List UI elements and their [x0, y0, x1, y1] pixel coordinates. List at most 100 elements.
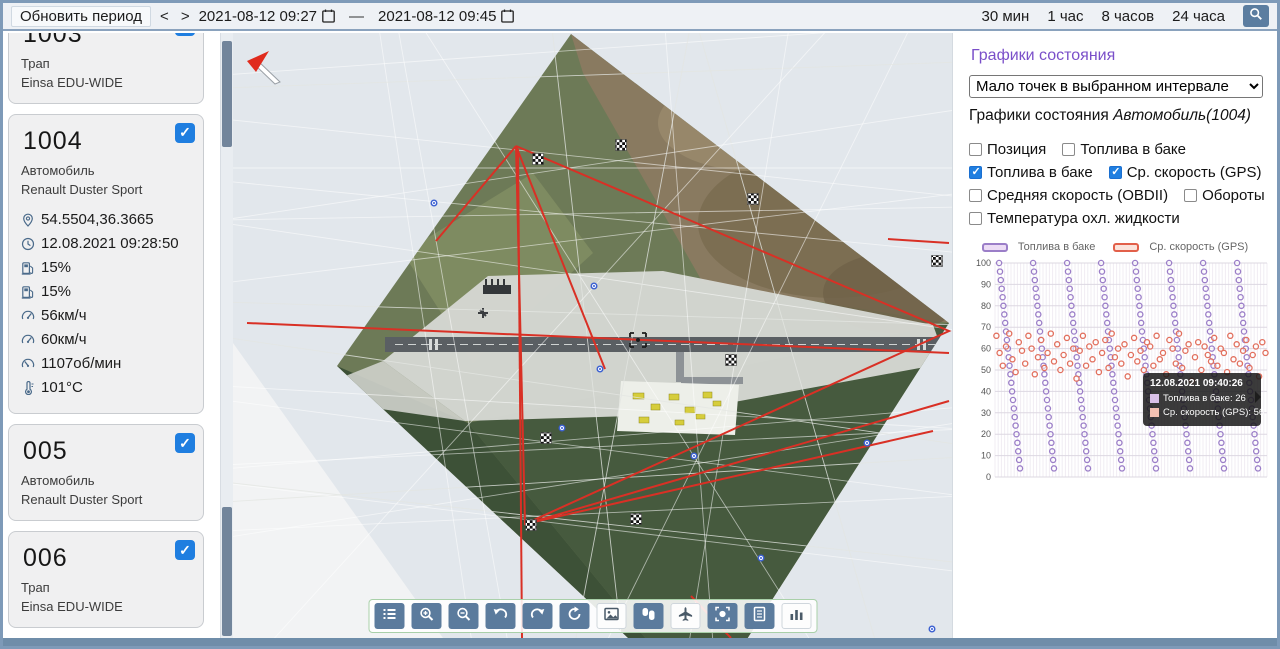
vehicle-card[interactable]: ✓ 006 Трап Einsa EDU-WIDE: [8, 531, 204, 628]
map-toolbar: [368, 599, 817, 633]
status-charts-title[interactable]: Графики состояния: [971, 47, 1269, 65]
target-button[interactable]: [707, 603, 737, 629]
vehicle-checkbox[interactable]: ✓: [175, 540, 195, 561]
refresh-period-button[interactable]: Обновить период: [11, 5, 152, 27]
checkbox-icon[interactable]: [969, 143, 982, 156]
image-button[interactable]: [596, 603, 626, 629]
thermometer-icon: [21, 380, 35, 395]
checkbox-icon[interactable]: [969, 189, 982, 202]
chart-button[interactable]: [781, 603, 811, 629]
checkbox-icon[interactable]: [1062, 143, 1076, 156]
checkered-flag-marker[interactable]: [931, 255, 943, 267]
vehicle-model: Renault Duster Sport: [21, 181, 143, 197]
sidebar-scrollbar[interactable]: [220, 33, 233, 638]
markers-button[interactable]: [633, 603, 663, 629]
rotate-button[interactable]: [559, 603, 589, 629]
metric-checkbox-топлива-в-баке[interactable]: Топлива в баке: [969, 164, 1093, 181]
metric-label: Топлива в баке: [1080, 141, 1187, 158]
scrollbar-thumb[interactable]: [222, 41, 232, 147]
checkered-flag-marker[interactable]: [532, 153, 544, 165]
vehicle-checkbox[interactable]: ✓: [175, 433, 195, 454]
svg-text:90: 90: [981, 279, 991, 289]
date-from-input[interactable]: 2021-08-12 09:27: [199, 8, 335, 25]
vehicle-stat-value: 12.08.2021 09:28:50: [41, 235, 179, 253]
checkered-flag-marker[interactable]: [630, 513, 642, 525]
undo-icon: [492, 606, 508, 627]
undo-button[interactable]: [485, 603, 515, 629]
metric-checkbox-топлива-в-баке[interactable]: Топлива в баке: [1062, 141, 1186, 158]
vehicle-list: ✓ 1003 Трап Einsa EDU-WIDE ✓ 1004 Автомобиль Re…: [8, 33, 204, 638]
metric-checkboxes: Позиция Топлива в баке Топлива в баке Ср. с…: [969, 141, 1269, 227]
vehicle-card[interactable]: ✓ 1003 Трап Einsa EDU-WIDE: [8, 33, 204, 104]
metric-label: Средняя скорость (OBDII): [987, 187, 1169, 204]
scrollbar-thumb[interactable]: [222, 507, 232, 636]
zoom-out-button[interactable]: [448, 603, 478, 629]
checkered-flag-marker[interactable]: [540, 432, 552, 444]
vehicle-checkbox[interactable]: ✓: [175, 33, 195, 36]
fuel-pump-icon: [21, 261, 35, 275]
range-8hours-button[interactable]: 8 часов: [1095, 8, 1160, 25]
rotate-icon: [566, 606, 582, 627]
checkbox-icon[interactable]: [1108, 165, 1122, 179]
svg-text:0: 0: [986, 472, 991, 482]
speedometer-icon: [21, 333, 35, 347]
svg-text:40: 40: [981, 386, 991, 396]
range-1hour-button[interactable]: 1 час: [1041, 8, 1089, 25]
vehicle-checkbox[interactable]: ✓: [175, 122, 195, 143]
checkered-flag-marker[interactable]: [747, 193, 759, 205]
plane-button[interactable]: [670, 603, 700, 629]
svg-text:80: 80: [981, 301, 991, 311]
vehicle-stat: 101°C: [21, 379, 191, 396]
report-icon: [751, 606, 767, 627]
zoom-in-button[interactable]: [411, 603, 441, 629]
vehicle-card[interactable]: ✓ 005 Автомобиль Renault Duster Sport: [8, 424, 204, 522]
zoom-out-icon: [455, 606, 471, 627]
checkered-flag-marker[interactable]: [615, 139, 627, 151]
legend-label: Топлива в баке: [1017, 241, 1096, 253]
date-range-dash: —: [349, 7, 365, 25]
metric-checkbox-ср-скорость-gps-[interactable]: Ср. скорость (GPS): [1108, 164, 1262, 181]
prev-period-button[interactable]: <: [157, 8, 172, 25]
range-30min-button[interactable]: 30 мин: [975, 8, 1035, 25]
vehicle-stat-value: 101°C: [41, 379, 83, 397]
metric-checkbox-температура-охл-жидкости[interactable]: Температура охл. жидкости: [969, 210, 1180, 227]
chart-mode-select[interactable]: Мало точек в выбранном интервале: [969, 75, 1263, 98]
chart-subtitle-vehicle: Автомобиль(1004): [1113, 107, 1251, 124]
vehicle-card[interactable]: ✓ 1004 Автомобиль Renault Duster Sport 54.55…: [8, 113, 204, 415]
vehicle-id: 1003: [23, 33, 83, 48]
topbar: Обновить период < > 2021-08-12 09:27 — 2…: [3, 3, 1277, 31]
vehicle-type: Трап: [21, 580, 50, 596]
search-icon: [1249, 7, 1263, 25]
checkbox-icon[interactable]: [969, 212, 982, 225]
redo-button[interactable]: [522, 603, 552, 629]
vehicle-stat-value: 56км/ч: [41, 307, 87, 325]
metric-checkbox-позиция[interactable]: Позиция: [969, 141, 1046, 158]
checkered-flag-marker[interactable]: [525, 519, 537, 531]
vehicle-stat-value: 1107об/мин: [41, 355, 122, 373]
metric-checkbox-обороты[interactable]: Обороты: [1184, 187, 1265, 204]
vehicle-id: 005: [23, 437, 68, 466]
search-button[interactable]: [1243, 5, 1269, 27]
satellite-map[interactable]: [233, 33, 952, 638]
calendar-icon[interactable]: [322, 9, 335, 23]
checkbox-icon[interactable]: [1184, 189, 1198, 202]
vehicle-model: Renault Duster Sport: [21, 492, 143, 508]
metric-label: Позиция: [987, 141, 1047, 158]
image-icon: [603, 606, 619, 627]
bottom-frame-bar: [3, 638, 1277, 646]
svg-text:30: 30: [981, 408, 991, 418]
checkered-flag-marker[interactable]: [725, 354, 737, 366]
tooltip-row: Топлива в баке: 26: [1150, 393, 1254, 404]
date-to-input[interactable]: 2021-08-12 09:45: [378, 8, 515, 25]
calendar-icon[interactable]: [501, 9, 515, 23]
checkbox-icon[interactable]: [969, 165, 982, 179]
map-area[interactable]: [233, 33, 952, 638]
list-button[interactable]: [374, 603, 404, 629]
range-24hours-button[interactable]: 24 часа: [1166, 8, 1231, 25]
next-period-button[interactable]: >: [178, 8, 193, 25]
report-button[interactable]: [744, 603, 774, 629]
list-icon: [381, 606, 397, 627]
metric-checkbox-средняя-скорость-obdii-[interactable]: Средняя скорость (OBDII): [969, 187, 1168, 204]
legend-swatch: [1113, 242, 1140, 252]
svg-text:50: 50: [981, 365, 991, 375]
